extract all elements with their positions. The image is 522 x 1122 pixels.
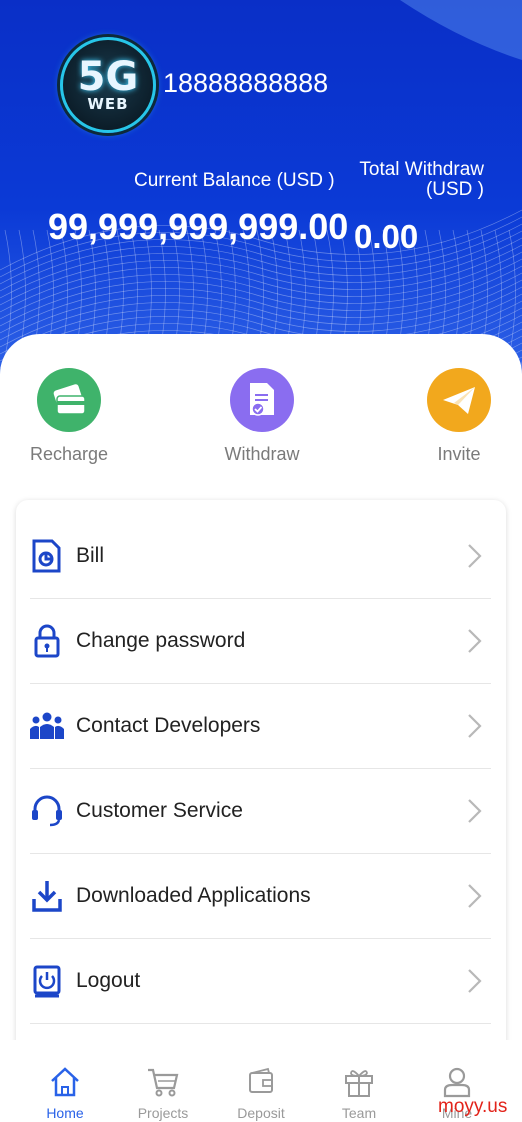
menu-item-logout[interactable]: Logout <box>30 939 491 1024</box>
tab-team[interactable]: Team <box>319 1066 399 1121</box>
chevron-right-icon <box>468 629 482 653</box>
withdraw-button[interactable]: Withdraw <box>207 368 317 465</box>
current-balance-value: 99,999,999,999.00 <box>48 206 349 247</box>
tab-deposit[interactable]: Deposit <box>221 1066 301 1121</box>
tab-home[interactable]: Home <box>25 1066 105 1121</box>
total-withdraw-label-line1: Total Withdraw <box>359 159 484 180</box>
power-icon <box>30 964 64 998</box>
withdraw-label: Withdraw <box>224 444 300 464</box>
chevron-right-icon <box>468 544 482 568</box>
avatar-text-5g: 5G <box>77 54 139 100</box>
chevron-right-icon <box>468 799 482 823</box>
gift-icon <box>345 1070 373 1097</box>
tab-label: Team <box>341 1105 377 1121</box>
menu-item-change-password[interactable]: Change password <box>30 599 491 684</box>
recharge-label: Recharge <box>29 444 109 464</box>
wallet-icon <box>249 1067 273 1093</box>
menu-item-customer-service[interactable]: Customer Service <box>30 769 491 854</box>
menu-label: Contact Developers <box>76 714 261 737</box>
tab-label: Projects <box>137 1105 189 1121</box>
menu-item-downloaded-applications[interactable]: Downloaded Applications <box>30 854 491 939</box>
menu-label: Customer Service <box>76 799 243 822</box>
menu-label: Logout <box>76 969 141 992</box>
menu-item-bill[interactable]: Bill <box>30 514 491 599</box>
tab-label: Deposit <box>237 1105 285 1121</box>
lock-icon <box>30 624 64 658</box>
user-icon <box>443 1067 471 1098</box>
menu-item-contact-developers[interactable]: Contact Developers <box>30 684 491 769</box>
total-withdraw-label: Total Withdraw (USD ) <box>350 160 484 200</box>
menu-label: Change password <box>76 629 246 652</box>
people-icon <box>30 709 64 743</box>
tab-projects[interactable]: Projects <box>123 1066 203 1121</box>
total-withdraw-value: 0.00 <box>354 218 419 255</box>
menu-label: Downloaded Applications <box>76 884 311 907</box>
avatar-text-web: WEB <box>87 95 129 113</box>
avatar[interactable]: 5G WEB <box>60 37 156 133</box>
chevron-right-icon <box>468 969 482 993</box>
invite-button[interactable]: Invite <box>404 368 514 465</box>
headset-icon <box>30 794 64 828</box>
chevron-right-icon <box>468 714 482 738</box>
recharge-button[interactable]: Recharge <box>14 368 124 465</box>
credit-card-icon <box>37 368 101 432</box>
current-balance-label: Current Balance (USD ) <box>134 170 335 191</box>
invite-label: Invite <box>437 444 481 464</box>
paper-plane-icon <box>427 368 491 432</box>
bill-icon <box>30 539 64 573</box>
download-icon <box>30 879 64 913</box>
menu-card: Bill Change password Contact Developers … <box>16 500 506 1060</box>
user-phone: 18888888888 <box>163 68 329 98</box>
chevron-right-icon <box>468 884 482 908</box>
total-withdraw-label-line2: (USD ) <box>425 179 484 200</box>
watermark: moyy.us <box>438 1096 508 1117</box>
home-icon <box>51 1067 79 1097</box>
document-check-icon <box>230 368 294 432</box>
tab-label: Home <box>46 1105 84 1121</box>
menu-label: Bill <box>76 544 105 567</box>
cart-icon <box>148 1068 179 1097</box>
